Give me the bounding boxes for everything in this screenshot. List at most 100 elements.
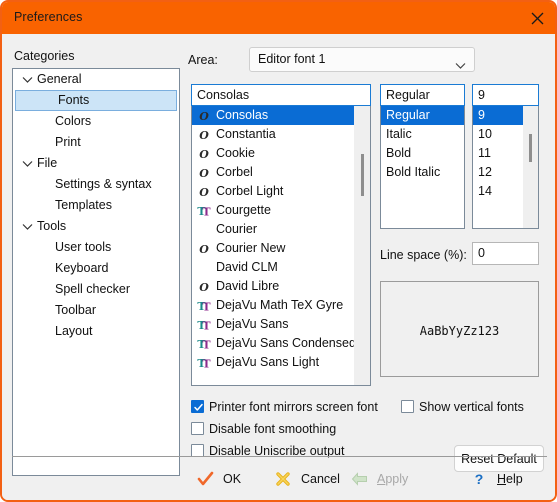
font-size-list[interactable]: 9 10 11 12 14	[472, 106, 539, 229]
opentype-icon: O	[195, 239, 213, 258]
font-list-item[interactable]: O David Libre	[192, 277, 355, 296]
font-size-item-label: 14	[478, 184, 492, 198]
svg-text:T: T	[202, 319, 211, 332]
truetype-icon: TT	[195, 315, 213, 334]
category-item-templates[interactable]: Templates	[13, 195, 179, 216]
font-list-item[interactable]: T T DejaVu Sans Condensed	[192, 334, 356, 353]
chevron-down-icon[interactable]	[21, 153, 33, 174]
svg-text:O: O	[199, 148, 209, 161]
font-list-item[interactable]: Courier	[192, 220, 355, 239]
cancel-button[interactable]: Cancel	[274, 467, 340, 491]
ok-button[interactable]: OK	[196, 467, 241, 491]
categories-tree[interactable]: General Fonts Colors Print File Settings & sy…	[12, 68, 180, 476]
font-style-list[interactable]: Regular Italic Bold Bold Italic	[380, 106, 465, 229]
line-space-label: Line space (%):	[380, 248, 467, 262]
font-size-item[interactable]: 10	[473, 125, 523, 144]
checkbox-show-vertical-fonts[interactable]: Show vertical fonts	[401, 400, 524, 414]
font-list-item[interactable]: T T DejaVu Math TeX Gyre	[192, 296, 355, 315]
category-item-spell-checker[interactable]: Spell checker	[13, 279, 179, 300]
checkbox-unchecked-icon[interactable]	[191, 422, 204, 435]
category-item-print[interactable]: Print	[13, 132, 179, 153]
close-button[interactable]	[515, 2, 555, 34]
font-list-scroll-thumb[interactable]	[361, 154, 364, 196]
opentype-icon: O	[195, 106, 213, 125]
category-item-general[interactable]: General	[13, 69, 179, 90]
truetype-icon: TT	[195, 353, 213, 372]
truetype-icon: TT	[195, 296, 213, 315]
category-item-label: Tools	[37, 219, 67, 233]
svg-text:?: ?	[475, 471, 484, 487]
category-item-user-tools[interactable]: User tools	[13, 237, 179, 258]
window-title: Preferences	[14, 10, 83, 24]
font-list-scrollbar[interactable]	[354, 106, 370, 385]
category-item-layout[interactable]: Layout	[13, 321, 179, 342]
close-icon	[531, 12, 544, 25]
size-list-scroll-thumb[interactable]	[529, 134, 532, 162]
checkbox-disable-font-smoothing[interactable]: Disable font smoothing	[191, 422, 336, 436]
line-space-input[interactable]: 0	[472, 242, 539, 265]
category-item-label: User tools	[55, 240, 112, 254]
font-style-item-label: Bold Italic	[386, 165, 441, 179]
category-item-toolbar[interactable]: Toolbar	[13, 300, 179, 321]
font-name-input[interactable]: Consolas	[191, 84, 371, 106]
area-value: Editor font 1	[258, 52, 326, 66]
category-item-label: Spell checker	[55, 282, 131, 296]
category-item-tools[interactable]: Tools	[13, 216, 179, 237]
checkbox-label: Printer font mirrors screen font	[209, 400, 378, 414]
font-size-input[interactable]: 9	[472, 84, 539, 106]
checkbox-unchecked-icon[interactable]	[401, 400, 414, 413]
font-size-item[interactable]: 11	[473, 144, 523, 163]
opentype-icon: O	[195, 277, 213, 296]
cancel-button-label: Cancel	[301, 472, 340, 486]
font-list-item-label: David CLM	[216, 260, 278, 274]
opentype-icon: O	[195, 144, 213, 163]
category-item-settings-syntax[interactable]: Settings & syntax	[13, 174, 179, 195]
chevron-down-icon[interactable]	[21, 216, 33, 237]
font-style-item-label: Regular	[386, 108, 430, 122]
font-size-item[interactable]: 12	[473, 163, 523, 182]
apply-button: Apply	[350, 467, 408, 491]
checkbox-checked-icon[interactable]	[191, 400, 204, 413]
category-item-colors[interactable]: Colors	[13, 111, 179, 132]
chevron-down-icon[interactable]	[21, 69, 33, 90]
font-list-item[interactable]: O Constantia	[192, 125, 355, 144]
font-style-item[interactable]: Italic	[381, 125, 464, 144]
category-item-file[interactable]: File	[13, 153, 179, 174]
font-style-item[interactable]: Bold	[381, 144, 464, 163]
checkbox-printer-font-mirrors-screen-font[interactable]: Printer font mirrors screen font	[191, 400, 378, 414]
font-list-item[interactable]: O Corbel	[192, 163, 355, 182]
size-list-scrollbar[interactable]	[523, 106, 538, 228]
font-list-item[interactable]: O Corbel Light	[192, 182, 355, 201]
font-size-item-label: 9	[478, 108, 485, 122]
help-button[interactable]: ? Help	[470, 467, 523, 491]
font-size-item-label: 12	[478, 165, 492, 179]
truetype-icon: TT	[195, 334, 213, 353]
svg-text:T: T	[202, 205, 211, 218]
font-list-item[interactable]: O Consolas	[192, 106, 355, 125]
svg-text:T: T	[202, 300, 211, 313]
font-list-item[interactable]: David CLM	[192, 258, 355, 277]
font-list-item[interactable]: T T DejaVu Sans Light	[192, 353, 355, 372]
font-style-item[interactable]: Regular	[381, 106, 464, 125]
svg-text:O: O	[199, 243, 209, 256]
font-style-item[interactable]: Bold Italic	[381, 163, 464, 182]
font-list-item-label: Courgette	[216, 203, 271, 217]
svg-text:O: O	[199, 281, 209, 294]
font-style-item-label: Italic	[386, 127, 412, 141]
font-size-item-label: 11	[478, 146, 491, 160]
font-list-item-label: DejaVu Sans	[216, 317, 289, 331]
font-list-item[interactable]: T T DejaVu Sans	[192, 315, 355, 334]
area-dropdown[interactable]: Editor font 1	[249, 47, 475, 72]
category-item-fonts[interactable]: Fonts	[15, 90, 177, 111]
font-list-item[interactable]: O Courier New	[192, 239, 355, 258]
category-item-keyboard[interactable]: Keyboard	[13, 258, 179, 279]
font-list-item-label: Courier	[216, 222, 257, 236]
checkbox-label: Show vertical fonts	[419, 400, 524, 414]
font-size-item[interactable]: 9	[473, 106, 523, 125]
font-list-item-label: DejaVu Math TeX Gyre	[216, 298, 344, 312]
font-list-item[interactable]: O Cookie	[192, 144, 355, 163]
font-size-item[interactable]: 14	[473, 182, 523, 201]
font-list-item[interactable]: T T Courgette	[192, 201, 355, 220]
font-style-input[interactable]: Regular	[380, 84, 465, 106]
font-name-list[interactable]: O Consolas O Constantia O Cookie O Corbel O Corbe…	[191, 106, 371, 386]
